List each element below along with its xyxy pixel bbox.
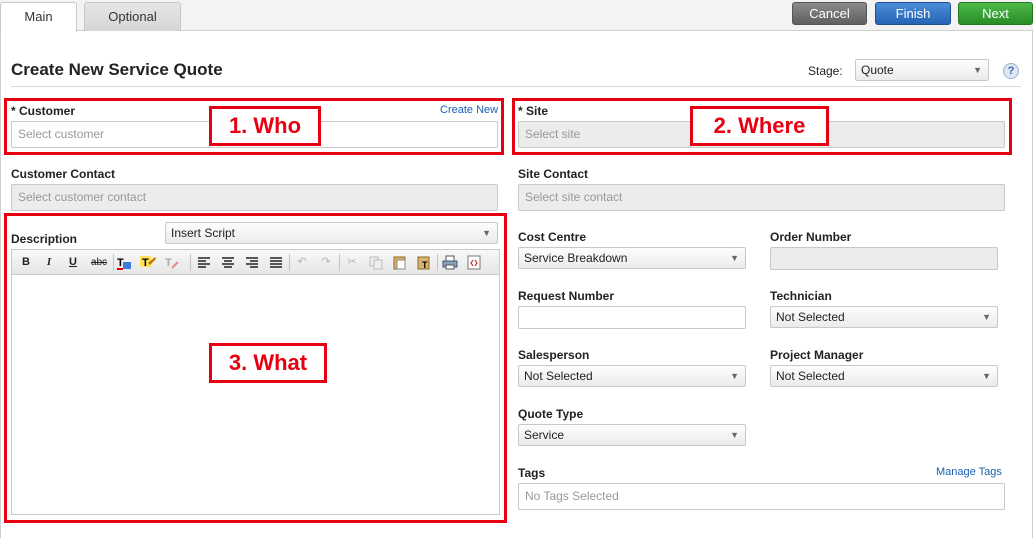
order-number-input[interactable] (770, 247, 998, 270)
annotation-label-what: 3. What (209, 343, 327, 383)
chevron-down-icon: ▼ (982, 312, 991, 322)
order-number-label: Order Number (770, 230, 852, 244)
request-number-input[interactable] (518, 306, 746, 329)
chevron-down-icon: ▼ (730, 430, 739, 440)
project-manager-select[interactable]: Not Selected ▼ (770, 365, 998, 387)
cost-centre-select[interactable]: Service Breakdown ▼ (518, 247, 746, 269)
stage-value: Quote (861, 63, 894, 77)
salesperson-label: Salesperson (518, 348, 590, 362)
chevron-down-icon: ▼ (730, 253, 739, 263)
technician-value: Not Selected (776, 310, 845, 324)
chevron-down-icon: ▼ (730, 371, 739, 381)
chevron-down-icon: ▼ (982, 371, 991, 381)
quote-type-label: Quote Type (518, 407, 584, 421)
salesperson-value: Not Selected (524, 369, 593, 383)
title-divider (11, 86, 1021, 87)
site-contact-input[interactable]: Select site contact (518, 184, 1005, 211)
finish-button[interactable]: Finish (875, 2, 951, 25)
cost-centre-label: Cost Centre (518, 230, 587, 244)
chevron-down-icon: ▼ (973, 65, 982, 75)
tags-input[interactable]: No Tags Selected (518, 483, 1005, 510)
site-contact-label: Site Contact (518, 167, 589, 181)
salesperson-select[interactable]: Not Selected ▼ (518, 365, 746, 387)
stage-select[interactable]: Quote ▼ (855, 59, 989, 81)
quote-type-value: Service (524, 428, 565, 442)
technician-label: Technician (770, 289, 832, 303)
manage-tags-link[interactable]: Manage Tags (936, 466, 1002, 478)
quote-type-select[interactable]: Service ▼ (518, 424, 746, 446)
tags-label: Tags (518, 466, 546, 480)
customer-contact-input[interactable]: Select customer contact (11, 184, 498, 211)
tab-optional[interactable]: Optional (84, 2, 181, 31)
cost-centre-value: Service Breakdown (524, 251, 628, 265)
annotation-label-who: 1. Who (209, 106, 321, 146)
customer-contact-label: Customer Contact (11, 167, 116, 181)
help-icon[interactable]: ? (1003, 63, 1019, 79)
top-bar: Main Optional Cancel Finish Next (0, 0, 1033, 32)
tab-main[interactable]: Main (0, 2, 77, 32)
request-number-label: Request Number (518, 289, 615, 303)
technician-select[interactable]: Not Selected ▼ (770, 306, 998, 328)
project-manager-value: Not Selected (776, 369, 845, 383)
next-button[interactable]: Next (958, 2, 1033, 25)
stage-label: Stage: (808, 64, 843, 78)
page-title: Create New Service Quote (11, 60, 223, 79)
cancel-button[interactable]: Cancel (792, 2, 867, 25)
annotation-label-where: 2. Where (690, 106, 829, 146)
project-manager-label: Project Manager (770, 348, 864, 362)
